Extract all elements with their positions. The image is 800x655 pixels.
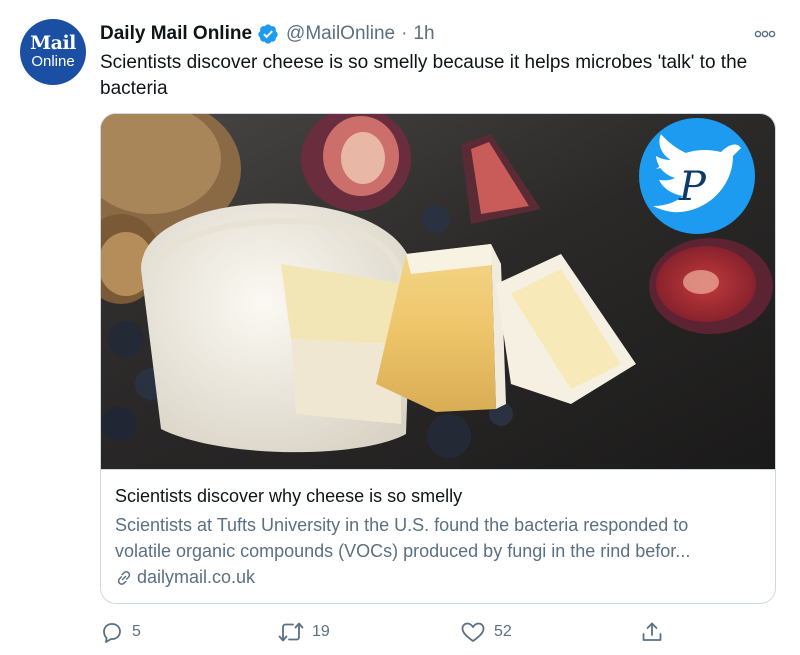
separator: · bbox=[401, 23, 408, 44]
like-count: 52 bbox=[494, 623, 512, 640]
card-domain-text: dailymail.co.uk bbox=[137, 567, 256, 587]
link-card[interactable]: P Scientists discover why cheese is so s… bbox=[100, 113, 776, 604]
reply-button[interactable]: 5 bbox=[100, 618, 141, 646]
reply-icon bbox=[103, 623, 121, 643]
tweet-header: Daily Mail Online @MailOnline · 1h bbox=[100, 22, 435, 46]
card-description: Scientists at Tufts University in the U.… bbox=[115, 512, 765, 564]
card-image[interactable]: P bbox=[101, 114, 776, 469]
tweet-actions: 5 19 52 bbox=[100, 618, 700, 646]
retweet-button[interactable]: 19 bbox=[278, 618, 330, 646]
share-button[interactable] bbox=[640, 618, 672, 646]
avatar-line1: Mail bbox=[30, 32, 76, 54]
avatar-line2: Online bbox=[31, 53, 75, 70]
reply-count: 5 bbox=[132, 623, 141, 640]
link-icon bbox=[117, 570, 131, 585]
tweet-text: Scientists discover cheese is so smelly … bbox=[100, 52, 748, 99]
account-handle[interactable]: @MailOnline bbox=[286, 23, 395, 45]
card-title[interactable]: Scientists discover why cheese is so sme… bbox=[115, 486, 462, 507]
account-name[interactable]: Daily Mail Online bbox=[100, 23, 252, 45]
timestamp[interactable]: 1h bbox=[413, 23, 434, 45]
like-button[interactable]: 52 bbox=[460, 618, 512, 646]
avatar[interactable]: Mail Online bbox=[20, 19, 86, 85]
share-icon bbox=[642, 622, 662, 641]
card-description-line2: volatile organic compounds (VOCs) produc… bbox=[115, 541, 691, 561]
card-domain[interactable]: dailymail.co.uk bbox=[115, 567, 255, 588]
retweet-icon bbox=[278, 622, 304, 642]
verified-icon bbox=[258, 24, 278, 44]
card-description-line1: Scientists at Tufts University in the U.… bbox=[115, 515, 689, 535]
like-icon bbox=[461, 622, 485, 642]
card-divider bbox=[101, 469, 775, 470]
more-icon[interactable] bbox=[752, 25, 778, 43]
retweet-count: 19 bbox=[312, 623, 330, 640]
watermark-letter: P bbox=[678, 164, 707, 210]
